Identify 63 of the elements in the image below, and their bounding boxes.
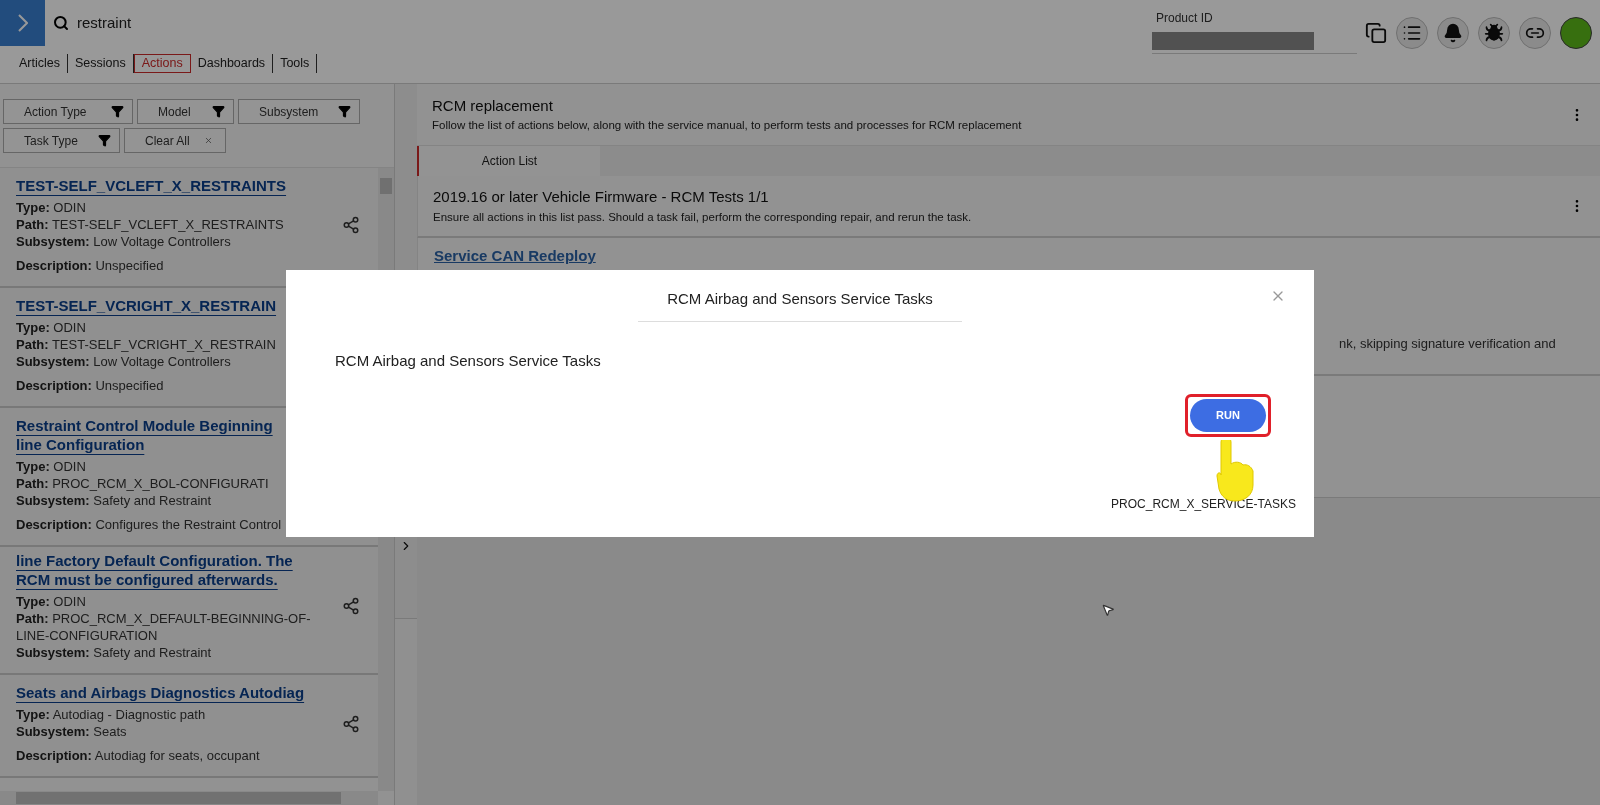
search-icon — [53, 15, 69, 31]
chevron-right-icon — [17, 14, 28, 32]
user-avatar[interactable] — [1560, 16, 1592, 49]
filter-button[interactable]: Model — [137, 99, 234, 124]
modal-body-text: RCM Airbag and Sensors Service Tasks — [335, 350, 602, 371]
filter-icon — [212, 105, 225, 118]
result-field: Type: Autodiag - Diagnostic path — [16, 706, 316, 723]
result-field: Path: TEST-SELF_VCLEFT_X_RESTRAINTS — [16, 216, 316, 233]
result-field: Path: PROC_RCM_X_BOL-CONFIGURATI — [16, 475, 316, 492]
action-list-subtitle: Ensure all actions in this list pass. Should a task fail, perform the corresponding repair, and rerun the task. — [433, 209, 973, 225]
procedure-title: RCM replacement — [432, 95, 554, 116]
content-tab[interactable]: Action List — [417, 146, 600, 176]
filter-icon — [111, 105, 124, 118]
filter-icon — [338, 105, 351, 118]
close-icon — [204, 136, 213, 145]
share-icon[interactable] — [342, 216, 360, 234]
task-path-text: PROC_RCM_X_SERVICE-TASKS — [1111, 496, 1296, 513]
nav-tab[interactable]: Actions — [133, 54, 191, 73]
search-field[interactable]: restraint — [53, 11, 132, 35]
result-title-link[interactable]: TEST-SELF_VCLEFT_X_RESTRAINTS — [16, 176, 342, 195]
result-description: Description: Autodiag for seats, occupant — [16, 747, 261, 764]
result-field: Subsystem: Low Voltage Controllers — [16, 233, 316, 250]
result-field: Type: ODIN — [16, 458, 316, 475]
result-field: Subsystem: Safety and Restraint — [16, 492, 316, 509]
list-icon[interactable] — [1396, 16, 1428, 49]
result-field: Type: ODIN — [16, 593, 316, 610]
result-field: Type: ODIN — [16, 319, 316, 336]
link-icon[interactable] — [1519, 16, 1551, 49]
nav-tab[interactable]: Tools — [273, 54, 318, 73]
share-icon[interactable] — [342, 714, 360, 733]
result-field: Path: PROC_RCM_X_DEFAULT-BEGINNING-OF-LINE-CONFIGURATION — [16, 610, 316, 644]
result-field: Type: ODIN — [16, 199, 316, 216]
filter-button[interactable]: Subsystem — [238, 99, 360, 124]
procedure-subtitle: Follow the list of actions below, along with the service manual, to perform tests and processes for RCM replacement — [432, 118, 1023, 134]
share-icon[interactable] — [342, 597, 360, 615]
result-field: Subsystem: Seats — [16, 723, 316, 740]
nav-tab[interactable]: Articles — [12, 54, 68, 73]
run-button[interactable]: RUN — [1190, 399, 1266, 432]
filter-button[interactable]: Clear All — [124, 128, 226, 153]
nav-tab[interactable]: Sessions — [68, 54, 134, 73]
result-title-link[interactable]: line Factory Default Configuration. The RCM must be configured afterwards. — [16, 551, 342, 589]
product-id-label: Product ID — [1156, 10, 1214, 27]
result-description: Description: Configures the Restraint Control — [16, 516, 283, 533]
filter-button[interactable]: Task Type — [3, 128, 120, 153]
modal-title: RCM Airbag and Sensors Service Tasks — [638, 288, 962, 322]
filter-button[interactable]: Action Type — [3, 99, 133, 124]
result-field: Subsystem: Safety and Restraint — [16, 644, 316, 661]
bell-icon[interactable] — [1437, 16, 1469, 49]
copy-icon[interactable] — [1365, 21, 1387, 44]
filter-icon — [98, 134, 111, 147]
action-title-link[interactable]: Service CAN Redeploy — [434, 247, 596, 264]
mouse-cursor-icon — [1101, 603, 1115, 617]
action-list-title: 2019.16 or later Vehicle Firmware - RCM Tests 1/1 — [433, 187, 770, 208]
result-description: Description: Unspecified — [16, 377, 165, 394]
nav-tab[interactable]: Dashboards — [190, 54, 274, 73]
expand-button[interactable] — [0, 0, 45, 46]
product-id-field[interactable] — [1152, 32, 1314, 50]
result-title-link[interactable]: Seats and Airbags Diagnostics Autodiag — [16, 683, 342, 702]
result-field: Path: TEST-SELF_VCRIGHT_X_RESTRAIN — [16, 336, 316, 353]
result-field: Subsystem: Low Voltage Controllers — [16, 353, 316, 370]
action-description: nk, skipping signature verification and — [1339, 336, 1556, 351]
result-description: Description: Unspecified — [16, 257, 165, 274]
bug-icon[interactable] — [1478, 16, 1510, 49]
